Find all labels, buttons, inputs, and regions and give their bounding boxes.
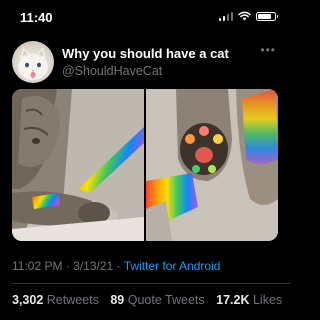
battery-level bbox=[258, 13, 271, 19]
retweets-label: Retweets bbox=[46, 293, 99, 307]
cat-rainbow-photo-1 bbox=[12, 89, 144, 241]
tweet-photo-2[interactable] bbox=[146, 89, 278, 241]
likes-label: Likes bbox=[252, 293, 283, 307]
likes-stat[interactable]: 17.2K Likes bbox=[216, 293, 282, 307]
status-time: 11:40 bbox=[20, 10, 53, 25]
cellular-signal-icon bbox=[218, 11, 233, 21]
status-bar: 11:40 bbox=[0, 0, 290, 36]
cat-rainbow-photo-2 bbox=[146, 89, 278, 241]
likes-count: 17.2K bbox=[216, 293, 250, 307]
retweets-stat[interactable]: 3,302 Retweets bbox=[12, 293, 99, 307]
tweet-date: 3/13/21 bbox=[73, 259, 114, 273]
more-horizontal-icon[interactable]: ••• bbox=[260, 43, 276, 57]
tweet-photo-1[interactable] bbox=[12, 89, 144, 241]
wifi-icon bbox=[238, 11, 251, 21]
tweet-stats: 3,302 Retweets 89 Quote Tweets 17.2K Lik… bbox=[12, 293, 282, 307]
author-name[interactable]: Why you should have a cat bbox=[62, 46, 229, 62]
tweet-timestamp: 11:02 PM · 3/13/21 · Twitter for Android bbox=[12, 259, 220, 273]
tweet-author[interactable]: Why you should have a cat @ShouldHaveCat bbox=[62, 46, 229, 79]
battery-icon bbox=[256, 11, 278, 21]
quote-tweets-count: 89 bbox=[110, 293, 125, 307]
meta-separator: · bbox=[116, 259, 121, 273]
author-handle[interactable]: @ShouldHaveCat bbox=[62, 63, 229, 79]
divider bbox=[12, 283, 290, 284]
quote-tweets-stat[interactable]: 89 Quote Tweets bbox=[110, 293, 204, 307]
avatar-cat-image bbox=[18, 47, 48, 80]
quote-tweets-label: Quote Tweets bbox=[127, 293, 205, 307]
status-icons bbox=[218, 11, 278, 21]
tweet-source-link[interactable]: Twitter for Android bbox=[124, 259, 221, 273]
meta-separator: · bbox=[65, 259, 70, 273]
avatar[interactable] bbox=[12, 41, 54, 83]
tweet-time: 11:02 PM bbox=[12, 259, 63, 273]
retweets-count: 3,302 bbox=[12, 293, 44, 307]
tweet-media[interactable] bbox=[12, 89, 278, 241]
